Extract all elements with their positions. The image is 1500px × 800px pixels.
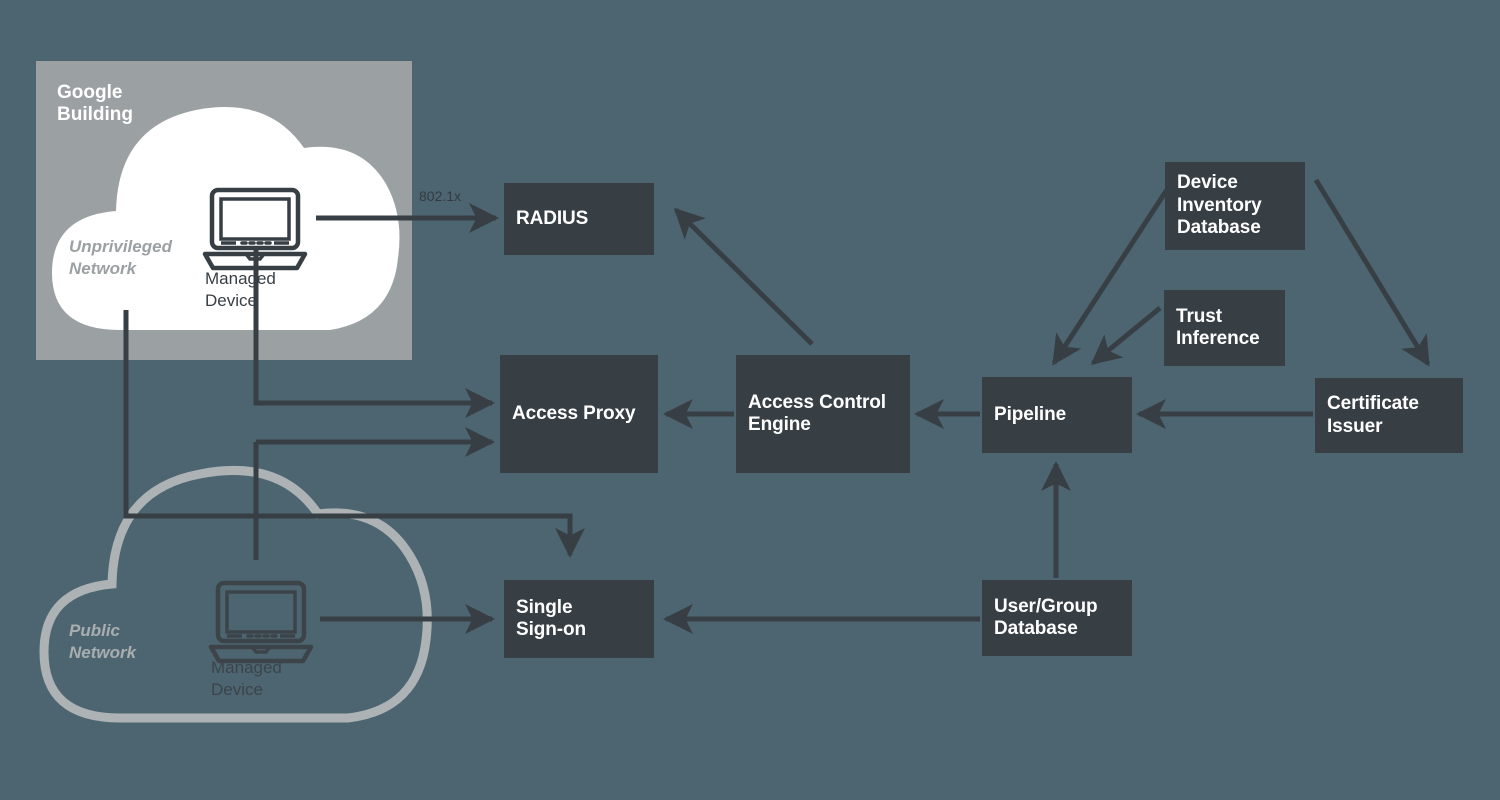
edge-device-inventory-to-certificate-issuer [1313, 178, 1431, 367]
node-access-proxy[interactable]: Access Proxy [500, 355, 658, 473]
node-user-group-database[interactable]: User/Group Database [982, 580, 1132, 656]
node-certificate-issuer-label: Certificate Issuer [1327, 393, 1419, 437]
cloud-label-unprivileged-network: Unprivileged Network [69, 237, 172, 278]
node-pipeline-label: Pipeline [994, 403, 1067, 425]
node-access-control-engine[interactable]: Access Control Engine [736, 355, 910, 473]
node-radius-label: RADIUS [516, 207, 589, 229]
node-certificate-issuer[interactable]: Certificate Issuer [1315, 378, 1463, 453]
edge-label-802-1x: 802.1x [419, 188, 462, 204]
edge-device-inventory-to-pipeline [1051, 180, 1175, 366]
node-single-sign-on[interactable]: Single Sign-on [504, 580, 654, 658]
device-label-managed-device-public: Managed Device [211, 658, 282, 700]
device-label-managed-device-internal: Managed Device [205, 269, 276, 311]
node-device-inventory-database-label: Device Inventory Database [1177, 172, 1262, 239]
node-radius[interactable]: RADIUS [504, 183, 654, 255]
node-trust-inference[interactable]: Trust Inference [1164, 290, 1285, 366]
edge-ace-to-radius [673, 207, 814, 346]
node-access-proxy-label: Access Proxy [512, 402, 636, 424]
node-user-group-database-label: User/Group Database [994, 595, 1098, 639]
node-pipeline[interactable]: Pipeline [982, 377, 1132, 453]
node-single-sign-on-label: Single Sign-on [516, 596, 587, 640]
diagram-canvas: Google Building Unprivileged Network Pub… [0, 0, 1500, 800]
node-trust-inference-label: Trust Inference [1176, 305, 1260, 349]
laptop-icon [208, 580, 314, 664]
node-device-inventory-database[interactable]: Device Inventory Database [1165, 162, 1305, 250]
cloud-label-public-network: Public Network [69, 621, 137, 662]
edge-trust-inference-to-pipeline [1090, 306, 1162, 365]
node-access-control-engine-label: Access Control Engine [748, 391, 886, 435]
